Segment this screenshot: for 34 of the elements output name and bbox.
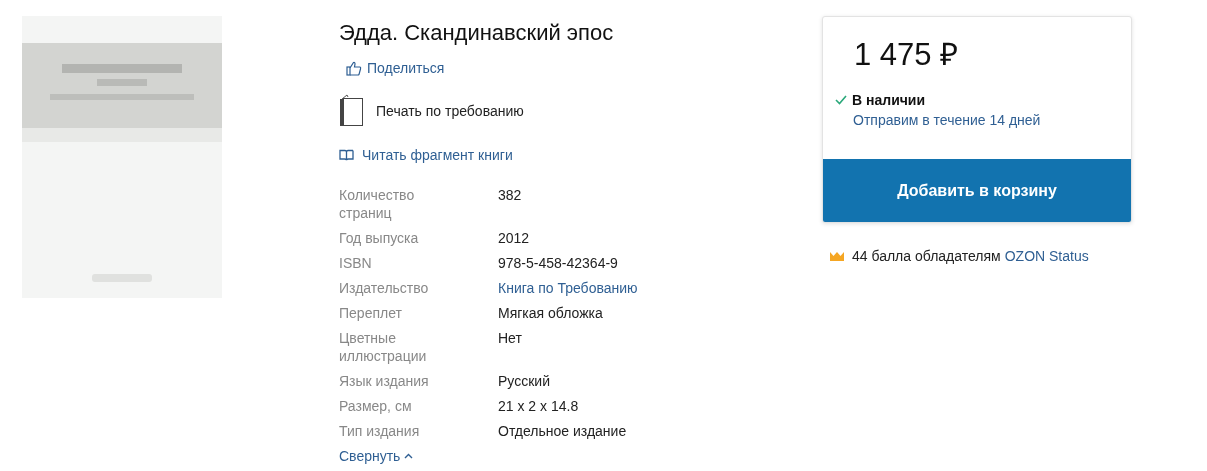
spec-value: Мягкая обложка (498, 304, 604, 322)
spec-link[interactable]: Книга по Требованию (498, 279, 638, 297)
spec-label: Цветные иллюстрации (339, 329, 428, 365)
thumbs-up-icon (346, 60, 362, 76)
shipping-info: Отправим в течение 14 дней (853, 112, 1042, 128)
book-icon (339, 94, 364, 127)
spec-value: Нет (498, 329, 523, 348)
share-link[interactable]: Поделиться (346, 60, 445, 76)
spec-label: Переплет (339, 304, 403, 322)
price: 1 475 ₽ (854, 37, 960, 73)
format-label: Печать по требованию (376, 102, 524, 119)
spec-label: Количество страниц (339, 186, 416, 222)
spec-value: 382 (498, 186, 523, 205)
spec-label: Год выпуска (339, 229, 420, 247)
bonus-text: 44 балла обладателям (852, 248, 1001, 264)
spec-label: Размер, см (339, 397, 413, 415)
spec-value: 2012 (498, 229, 531, 247)
add-to-cart-button[interactable]: Добавить в корзину (823, 159, 1131, 222)
collapse-link[interactable]: Свернуть (339, 448, 414, 464)
stock-status: В наличии (852, 92, 926, 108)
open-book-icon (339, 149, 354, 161)
chevron-icon (404, 453, 414, 459)
spec-value: 978-5-458-42364-9 (498, 254, 619, 272)
spec-value: Отдельное издание (498, 422, 628, 440)
crown-icon (830, 251, 844, 261)
spec-label: Тип издания (339, 422, 421, 440)
product-title: Эдда. Скандинавский эпос (339, 20, 614, 46)
spec-label: Издательство (339, 279, 430, 297)
spec-label: Язык издания (339, 372, 430, 390)
read-fragment-link[interactable]: Читать фрагмент книги (339, 147, 513, 163)
spec-value: 21 x 2 x 14.8 (498, 397, 580, 415)
ozon-status-link[interactable]: OZON Status (1004, 248, 1089, 264)
spec-label: ISBN (339, 254, 373, 272)
spec-value: Русский (498, 372, 551, 390)
